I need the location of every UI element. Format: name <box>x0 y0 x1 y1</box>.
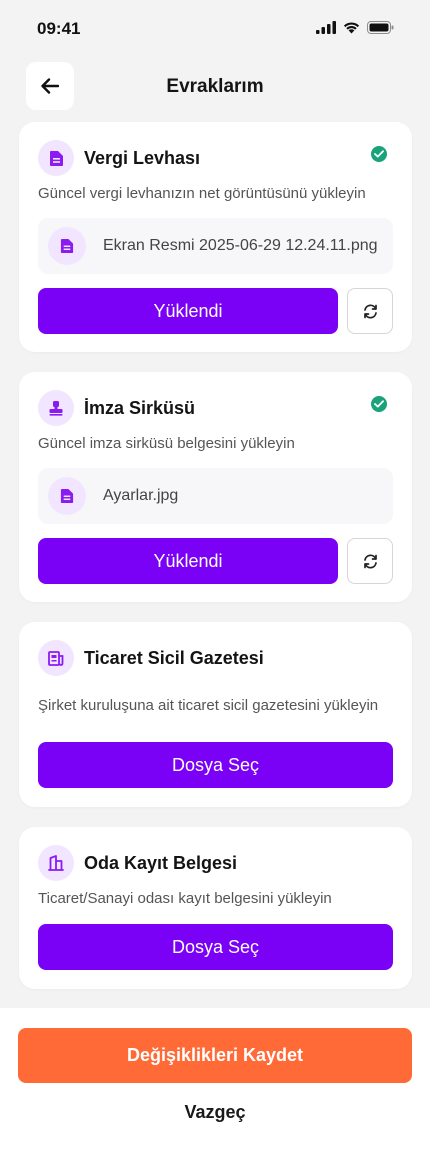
check-circle-icon <box>371 146 387 162</box>
replace-file-button[interactable] <box>347 288 393 334</box>
uploaded-file: Ayarlar.jpg <box>38 468 393 524</box>
header: Evraklarım <box>0 62 430 112</box>
card-title: Ticaret Sicil Gazetesi <box>84 647 264 668</box>
refresh-icon <box>363 304 377 318</box>
card-description: Şirket kuruluşuna ait ticaret sicil gaze… <box>38 697 379 714</box>
document-card-imza-sirkusu: İmza Sirküsü Güncel imza sirküsü belgesi… <box>19 372 412 602</box>
newspaper-icon <box>38 640 74 676</box>
document-icon <box>38 140 74 176</box>
card-title: Vergi Levhası <box>84 147 201 168</box>
card-title: İmza Sirküsü <box>84 397 196 418</box>
refresh-icon <box>363 554 377 568</box>
stamp-icon <box>38 390 74 426</box>
signal-icon <box>316 21 336 34</box>
choose-file-button[interactable]: Dosya Seç <box>38 742 393 788</box>
building-icon <box>38 845 74 881</box>
uploaded-file: Ekran Resmi 2025-06-29 12.24.11.png <box>38 218 393 274</box>
file-name: Ayarlar.jpg <box>103 487 179 504</box>
cancel-button[interactable]: Vazgeç <box>0 1102 430 1123</box>
document-card-ticaret-sicil-gazetesi: Ticaret Sicil Gazetesi Şirket kuruluşuna… <box>19 622 412 807</box>
check-circle-icon <box>371 396 387 412</box>
card-description: Güncel imza sirküsü belgesini yükleyin <box>38 435 295 452</box>
uploaded-button[interactable]: Yüklendi <box>38 288 338 334</box>
status-bar: 09:41 <box>0 0 430 58</box>
file-name: Ekran Resmi 2025-06-29 12.24.11.png <box>103 237 378 254</box>
document-card-vergi-levhasi: Vergi Levhası Güncel vergi levhanızın ne… <box>19 122 412 352</box>
replace-file-button[interactable] <box>347 538 393 584</box>
footer: Değişiklikleri Kaydet Vazgeç <box>0 1008 430 1154</box>
uploaded-button[interactable]: Yüklendi <box>38 538 338 584</box>
card-title: Oda Kayıt Belgesi <box>84 852 238 873</box>
battery-icon <box>367 21 394 34</box>
file-icon <box>48 477 86 515</box>
save-changes-button[interactable]: Değişiklikleri Kaydet <box>18 1028 412 1083</box>
card-description: Ticaret/Sanayi odası kayıt belgesini yük… <box>38 890 332 907</box>
document-card-oda-kayit-belgesi: Oda Kayıt Belgesi Ticaret/Sanayi odası k… <box>19 827 412 989</box>
wifi-icon <box>343 22 360 34</box>
card-description: Güncel vergi levhanızın net görüntüsünü … <box>38 185 366 202</box>
file-icon <box>48 227 86 265</box>
status-time: 09:41 <box>37 19 81 38</box>
status-icons <box>316 21 394 34</box>
page-title: Evraklarım <box>166 76 264 97</box>
choose-file-button[interactable]: Dosya Seç <box>38 924 393 970</box>
